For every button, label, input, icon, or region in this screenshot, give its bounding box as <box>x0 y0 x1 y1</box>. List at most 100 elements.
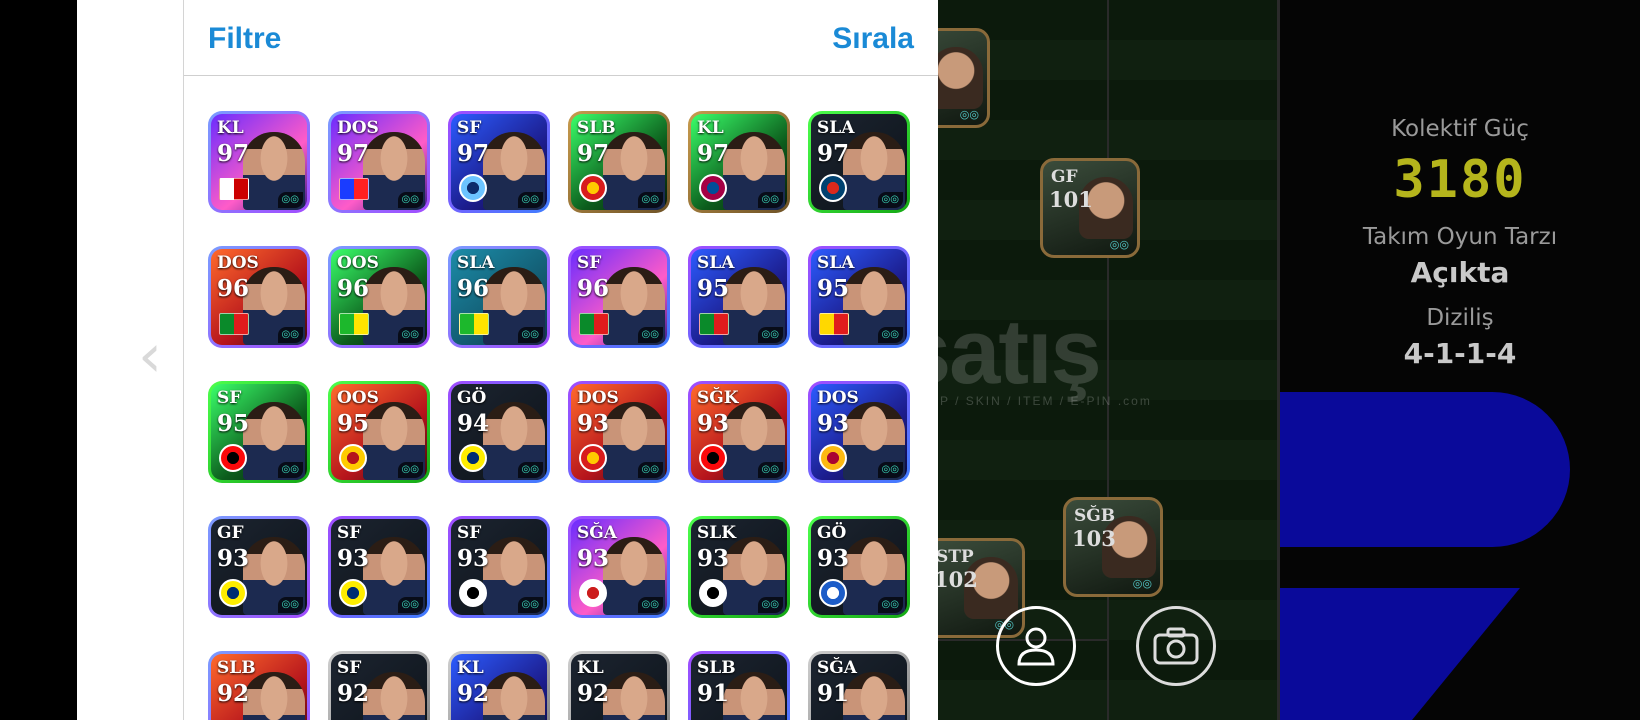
camera-icon <box>1153 627 1199 665</box>
player-rating: 93 <box>697 410 730 437</box>
player-card-body: SLA 95 ◎◎ <box>811 249 907 345</box>
player-card[interactable]: SLA 96 ◎◎ <box>448 246 550 348</box>
skill-indicator-icon: ◎◎ <box>757 597 783 613</box>
play-style-value: Açıkta <box>1410 256 1510 289</box>
nationality-flag-icon <box>219 178 249 200</box>
formation-value: 4-1-1-4 <box>1403 337 1517 370</box>
pitch-card-rating: 102 <box>934 567 978 592</box>
player-card-body: DOS 93 ◎◎ <box>811 384 907 480</box>
player-portrait <box>723 672 785 720</box>
player-card-body: OOS 96 ◎◎ <box>331 249 427 345</box>
player-card[interactable]: SLK 93 ◎◎ <box>688 516 790 618</box>
player-card[interactable]: SĞK 93 ◎◎ <box>688 381 790 483</box>
player-card[interactable]: SĞA 93 ◎◎ <box>568 516 670 618</box>
nationality-flag-icon <box>339 178 369 200</box>
player-rating: 93 <box>697 545 730 572</box>
skill-indicator-icon: ◎◎ <box>877 327 903 343</box>
filter-button[interactable]: Filtre <box>208 22 281 56</box>
player-card[interactable]: KL 92 <box>568 651 670 720</box>
player-card-body: SF 96 ◎◎ <box>571 249 667 345</box>
player-card[interactable]: DOS 93 ◎◎ <box>568 381 670 483</box>
player-card[interactable]: DOS 97 ◎◎ <box>328 111 430 213</box>
skill-indicator-icon: ◎◎ <box>757 192 783 208</box>
player-position: SLB <box>697 658 736 678</box>
player-card[interactable]: KL 97 ◎◎ <box>688 111 790 213</box>
watermark-sub-text: SAP / SKIN / ITEM / E-PIN <box>920 394 1113 408</box>
formation-label: Diziliş <box>1426 305 1494 331</box>
player-card[interactable]: SLA 97 ◎◎ <box>808 111 910 213</box>
nationality-flag-icon <box>579 313 609 335</box>
player-position: SF <box>337 658 362 678</box>
player-position: KL <box>697 118 724 138</box>
sort-button[interactable]: Sırala <box>832 22 914 56</box>
chevron-left-icon[interactable]: ‹ <box>138 326 162 386</box>
player-card[interactable]: OOS 95 ◎◎ <box>328 381 430 483</box>
player-card[interactable]: SF 95 ◎◎ <box>208 381 310 483</box>
player-card[interactable]: SF 97 ◎◎ <box>448 111 550 213</box>
club-crest-icon <box>819 444 847 472</box>
player-card[interactable]: SF 93 ◎◎ <box>328 516 430 618</box>
player-card[interactable]: KL 92 <box>448 651 550 720</box>
player-rating: 95 <box>697 275 730 302</box>
player-position: OOS <box>337 388 379 408</box>
player-position: GÖ <box>457 388 487 408</box>
squad-stats: Kolektif Güç 3180 Takım Oyun Tarzı Açıkt… <box>1280 110 1640 386</box>
club-crest-icon <box>339 579 367 607</box>
player-rating: 97 <box>217 140 250 167</box>
skill-indicator-icon: ◎◎ <box>397 192 423 208</box>
player-position: SLA <box>457 253 495 273</box>
player-card[interactable]: SLA 95 ◎◎ <box>688 246 790 348</box>
pitch-player-card[interactable]: GF 101 ◎◎ <box>1040 158 1140 258</box>
player-card[interactable]: SF 93 ◎◎ <box>448 516 550 618</box>
player-card[interactable]: SLB 92 <box>208 651 310 720</box>
player-position: SĞK <box>697 388 739 408</box>
skill-indicator-icon: ◎◎ <box>397 327 423 343</box>
player-card[interactable]: SF 96 ◎◎ <box>568 246 670 348</box>
player-card[interactable]: OOS 96 ◎◎ <box>328 246 430 348</box>
player-card[interactable]: DOS 93 ◎◎ <box>808 381 910 483</box>
player-card[interactable]: GF 93 ◎◎ <box>208 516 310 618</box>
player-card[interactable]: SLB 91 <box>688 651 790 720</box>
player-card-body: SF 93 ◎◎ <box>331 519 427 615</box>
player-rating: 93 <box>217 545 250 572</box>
player-rating: 95 <box>817 275 850 302</box>
club-crest-icon <box>579 579 607 607</box>
player-card-body: KL 92 <box>571 654 667 720</box>
player-position: DOS <box>337 118 379 138</box>
club-crest-icon <box>699 579 727 607</box>
player-card[interactable]: GÖ 94 ◎◎ <box>448 381 550 483</box>
camera-button[interactable] <box>1136 606 1216 686</box>
player-card[interactable]: SLB 97 ◎◎ <box>568 111 670 213</box>
player-position: SLA <box>697 253 735 273</box>
skill-indicator-icon: ◎◎ <box>277 327 303 343</box>
player-position: SLB <box>577 118 616 138</box>
skill-indicator-icon: ◎◎ <box>1109 238 1129 251</box>
player-rating: 93 <box>337 545 370 572</box>
player-portrait <box>363 672 425 720</box>
player-card[interactable]: KL 97 ◎◎ <box>208 111 310 213</box>
player-rating: 93 <box>457 545 490 572</box>
pitch-card-position: STP <box>936 547 974 567</box>
nationality-flag-icon <box>219 313 249 335</box>
player-rating: 91 <box>817 680 850 707</box>
player-card[interactable]: SĞA 91 <box>808 651 910 720</box>
player-portrait <box>483 672 545 720</box>
club-crest-icon <box>219 579 247 607</box>
skill-indicator-icon: ◎◎ <box>877 462 903 478</box>
player-position: SLA <box>817 118 855 138</box>
collective-power-value: 3180 <box>1393 150 1527 210</box>
player-card[interactable]: DOS 96 ◎◎ <box>208 246 310 348</box>
player-card[interactable]: SF 92 <box>328 651 430 720</box>
player-card[interactable]: SLA 95 ◎◎ <box>808 246 910 348</box>
pitch-player-card[interactable]: SĞB 103 ◎◎ <box>1063 497 1163 597</box>
nationality-flag-icon <box>819 313 849 335</box>
player-card-body: SLA 96 ◎◎ <box>451 249 547 345</box>
profile-button[interactable] <box>996 606 1076 686</box>
player-card-body: DOS 97 ◎◎ <box>331 114 427 210</box>
player-rating: 97 <box>457 140 490 167</box>
player-rating: 97 <box>817 140 850 167</box>
player-card[interactable]: GÖ 93 ◎◎ <box>808 516 910 618</box>
skill-indicator-icon: ◎◎ <box>517 327 543 343</box>
skill-indicator-icon: ◎◎ <box>757 327 783 343</box>
player-position: SF <box>337 523 362 543</box>
